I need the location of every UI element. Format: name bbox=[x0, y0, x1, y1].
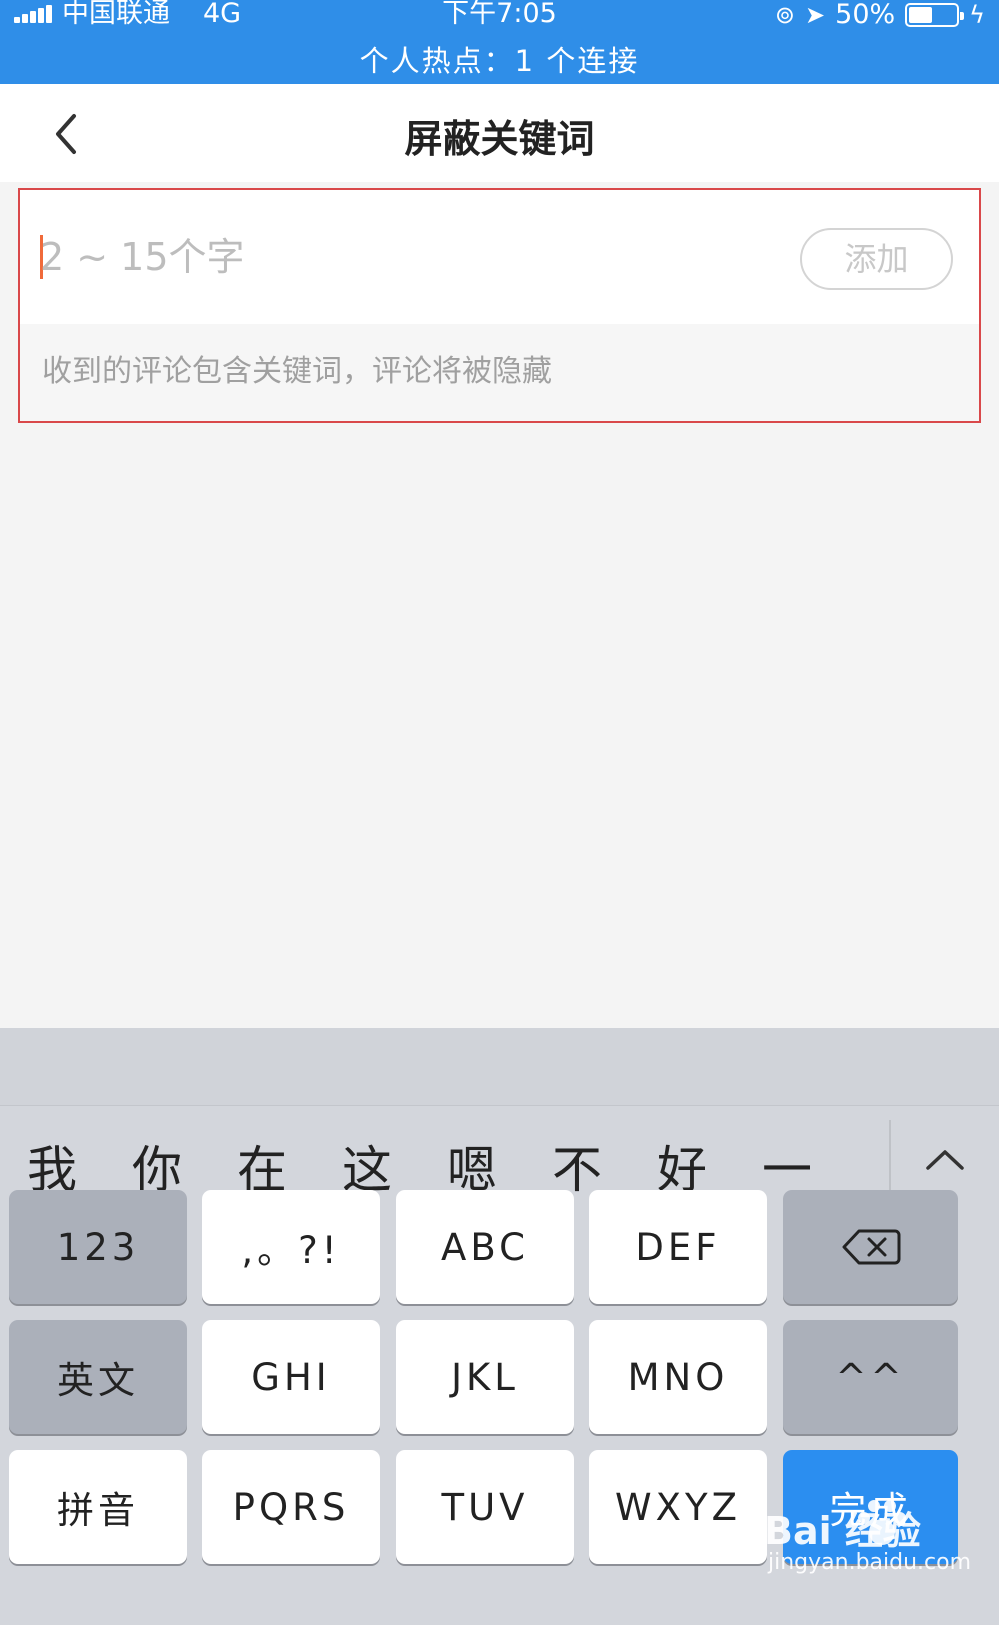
keyword-form: 添加 收到的评论包含关键词，评论将被隐藏 bbox=[18, 188, 981, 423]
charging-icon: ϟ bbox=[969, 1, 985, 29]
key-jkl[interactable]: JKL bbox=[396, 1320, 574, 1434]
keyword-hint: 收到的评论包含关键词，评论将被隐藏 bbox=[42, 354, 552, 389]
expand-candidates-button[interactable] bbox=[910, 1126, 980, 1196]
add-button[interactable]: 添加 bbox=[800, 228, 953, 290]
done-key[interactable]: 完成 bbox=[783, 1450, 958, 1564]
keyword-input-row: 添加 bbox=[20, 190, 979, 324]
key-punctuation[interactable]: ,。?! bbox=[202, 1190, 380, 1304]
status-bar: 中国联通 4G 下午7:05 ⊚ ➤ 50% ϟ 个人热点：1 个连接 bbox=[0, 0, 999, 84]
key-abc[interactable]: ABC bbox=[396, 1190, 574, 1304]
backspace-key[interactable] bbox=[783, 1190, 958, 1304]
location-icon: ➤ bbox=[805, 1, 826, 29]
key-pqrs[interactable]: PQRS bbox=[202, 1450, 380, 1564]
backspace-icon bbox=[842, 1229, 900, 1265]
key-123[interactable]: 123 bbox=[9, 1190, 187, 1304]
key-wxyz[interactable]: WXYZ bbox=[589, 1450, 767, 1564]
key-ghi[interactable]: GHI bbox=[202, 1320, 380, 1434]
page-title: 屏蔽关键词 bbox=[404, 117, 595, 161]
key-def[interactable]: DEF bbox=[589, 1190, 767, 1304]
key-english[interactable]: 英文 bbox=[9, 1320, 187, 1434]
chevron-up-icon bbox=[926, 1150, 964, 1170]
hotspot-banner[interactable]: 个人热点：1 个连接 bbox=[0, 38, 999, 80]
keyboard-toolbar bbox=[0, 1028, 999, 1106]
key-mno[interactable]: MNO bbox=[589, 1320, 767, 1434]
battery-icon bbox=[905, 3, 965, 27]
battery-percent: 50% bbox=[835, 0, 896, 30]
key-pinyin[interactable]: 拼音 bbox=[9, 1450, 187, 1564]
keyboard: 我 你 在 这 嗯 不 好 一 123 ,。?! ABC DEF 英文 GHI … bbox=[0, 1028, 999, 1625]
key-tuv[interactable]: TUV bbox=[396, 1450, 574, 1564]
key-emoticon[interactable]: ^^ bbox=[783, 1320, 958, 1434]
orientation-lock-icon: ⊚ bbox=[774, 1, 796, 29]
nav-bar: 屏蔽关键词 bbox=[0, 84, 999, 182]
keyword-input[interactable] bbox=[40, 226, 760, 288]
